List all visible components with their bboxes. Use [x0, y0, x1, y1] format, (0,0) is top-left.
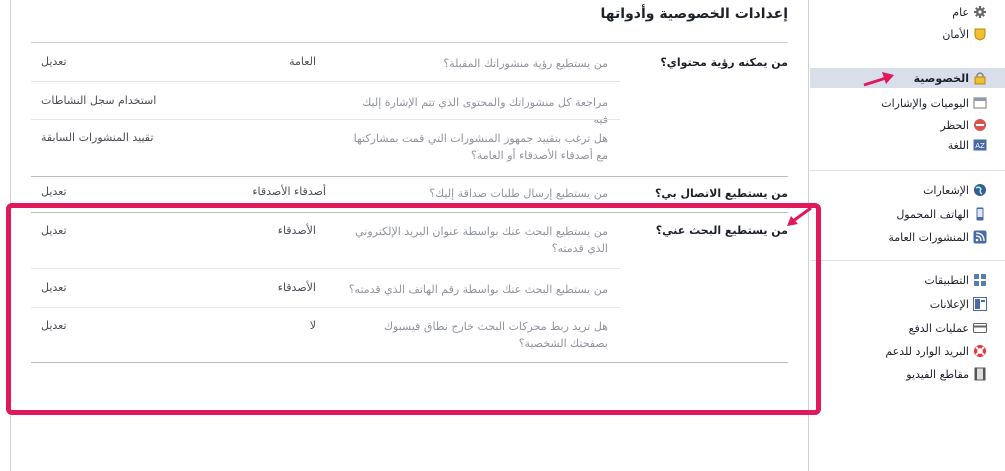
sidebar-item-language[interactable]: AZ اللغة [948, 135, 987, 155]
sidebar-item-videos[interactable]: مقاطع الفيديو [906, 364, 987, 384]
sidebar-item-label: الخصوصية [913, 71, 969, 85]
sidebar-item-blocking[interactable]: الحظر [940, 115, 987, 135]
question-future-posts: من يستطيع رؤية منشوراتك المقبلة؟ [443, 57, 608, 70]
sidebar-item-apps[interactable]: التطبيقات [924, 270, 987, 290]
sidebar-item-label: الأمان [942, 27, 969, 41]
ads-icon [973, 297, 987, 311]
annotation-arrow-privacy [863, 72, 894, 87]
sidebar-item-privacy[interactable]: الخصوصية [810, 68, 1005, 88]
timeline-icon [973, 96, 987, 110]
row-divider [31, 119, 620, 120]
globe-icon [973, 183, 987, 197]
lock-icon [973, 71, 987, 85]
sidebar-item-label: عام [952, 5, 969, 19]
value-future-posts: العامة [289, 55, 316, 68]
sidebar-item-security[interactable]: الأمان [942, 24, 987, 44]
section-title-visibility: من يمكنه رؤية محتواي؟ [660, 56, 788, 69]
sidebar-item-notifications[interactable]: الإشعارات [923, 180, 987, 200]
sidebar-item-mobile[interactable]: الهاتف المحمول [896, 204, 987, 224]
card-icon [973, 321, 987, 335]
limit-past-posts-link[interactable]: تقييد المنشورات السابقة [41, 131, 153, 144]
question-limit-past-posts: هل ترغب بتقييد جمهور المنشورات التي قمت … [353, 132, 608, 162]
sidebar-item-label: المنشورات العامة [888, 230, 969, 244]
sidebar-item-general[interactable]: عام [952, 2, 987, 22]
section-divider [31, 176, 788, 177]
question-friend-requests: من يستطيع إرسال طلبات صداقة إليك؟ [429, 187, 608, 200]
film-icon [973, 367, 987, 381]
sidebar-divider [810, 170, 1005, 171]
sidebar-item-label: عمليات الدفع [908, 321, 969, 335]
mobile-icon [973, 207, 987, 221]
sidebar-item-label: اليوميات والإشارات [881, 96, 969, 110]
language-icon: AZ [973, 138, 987, 152]
sidebar-item-label: البريد الوارد للدعم [885, 344, 969, 358]
svg-text:AZ: AZ [975, 142, 985, 150]
sidebar-item-label: اللغة [947, 138, 969, 152]
sidebar-item-label: الإعلانات [929, 297, 969, 311]
lifebuoy-icon [973, 344, 987, 358]
edit-future-posts-link[interactable]: تعديل [41, 55, 67, 68]
value-friend-requests: أصدقاء الأصدقاء [252, 185, 326, 198]
rss-icon [973, 230, 987, 244]
sidebar-item-label: الحظر [940, 118, 969, 132]
title-divider [31, 42, 788, 43]
row-divider [31, 81, 620, 82]
annotation-arrow-lookup [787, 206, 812, 226]
shield-icon [973, 27, 987, 41]
sidebar-item-label: التطبيقات [924, 273, 969, 287]
page-title: إعدادات الخصوصية وأدواتها [600, 6, 788, 22]
sidebar-item-public-posts[interactable]: المنشورات العامة [888, 227, 987, 247]
section-title-contact: من يستطيع الاتصال بي؟ [655, 187, 788, 200]
sidebar-divider [810, 260, 1005, 261]
apps-icon [973, 273, 987, 287]
sidebar-item-label: الهاتف المحمول [896, 207, 969, 221]
sidebar-item-timeline-tagging[interactable]: اليوميات والإشارات [881, 93, 987, 113]
sidebar-item-label: الإشعارات [923, 183, 969, 197]
edit-friend-requests-link[interactable]: تعديل [41, 185, 67, 198]
block-icon [973, 118, 987, 132]
settings-sidebar: عام الأمان الخصوصية اليوميات والإشارات ا… [810, 0, 1005, 471]
sidebar-item-label: مقاطع الفيديو [906, 367, 969, 381]
sidebar-item-ads[interactable]: الإعلانات [930, 294, 987, 314]
sidebar-item-support-inbox[interactable]: البريد الوارد للدعم [885, 341, 987, 361]
question-review-posts: مراجعة كل منشوراتك والمحتوى الذي تتم الإ… [362, 96, 608, 126]
highlight-box [6, 203, 821, 415]
sidebar-item-payments[interactable]: عمليات الدفع [909, 318, 987, 338]
gear-icon [973, 5, 987, 19]
activity-log-link[interactable]: استخدام سجل النشاطات [41, 94, 156, 107]
